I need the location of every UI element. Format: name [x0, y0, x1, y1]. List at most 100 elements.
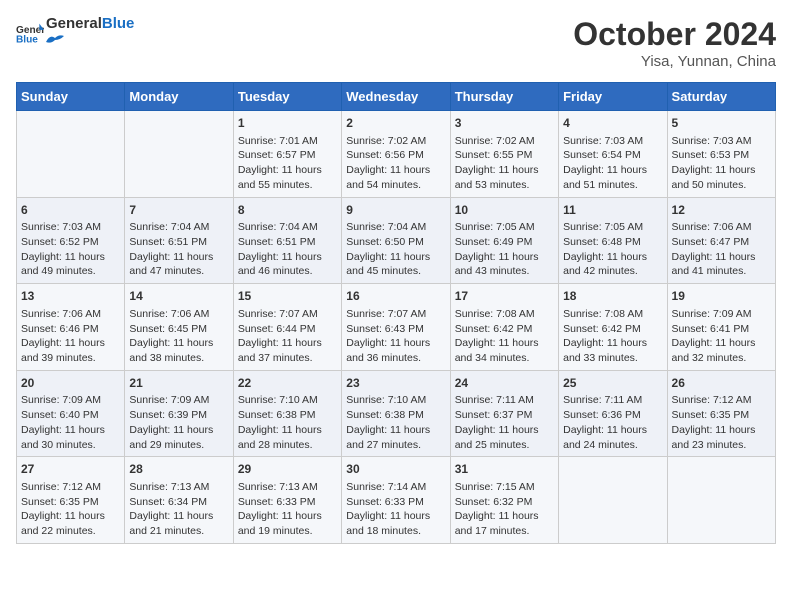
day-cell: 31 Sunrise: 7:15 AMSunset: 6:32 PMDayligh… [450, 457, 558, 544]
day-cell: 30 Sunrise: 7:14 AMSunset: 6:33 PMDayligh… [342, 457, 450, 544]
day-info: Sunrise: 7:11 AMSunset: 6:36 PMDaylight:… [563, 393, 662, 452]
day-cell: 25Sunrise: 7:11 AMSunset: 6:36 PMDayligh… [559, 370, 667, 457]
title-block: October 2024 Yisa, Yunnan, China [573, 16, 776, 70]
day-info: Sunrise: 7:13 AMSunset: 6:34 PMDaylight:… [129, 480, 228, 539]
day-number: 5 [672, 115, 771, 132]
day-number: 10 [455, 202, 554, 219]
day-number: 24 [455, 375, 554, 392]
day-number: 30 [346, 461, 445, 478]
day-info: Sunrise: 7:09 AMSunset: 6:40 PMDaylight:… [21, 393, 120, 452]
day-number: 29 [238, 461, 337, 478]
day-info: Sunrise: 7:01 AMSunset: 6:57 PMDaylight:… [238, 134, 337, 193]
day-info: Sunrise: 7:06 AMSunset: 6:45 PMDaylight:… [129, 307, 228, 366]
day-cell: 20Sunrise: 7:09 AMSunset: 6:40 PMDayligh… [17, 370, 125, 457]
day-cell: 15 Sunrise: 7:07 AMSunset: 6:44 PMDayligh… [233, 284, 341, 371]
day-number: 2 [346, 115, 445, 132]
day-cell: 23Sunrise: 7:10 AMSunset: 6:38 PMDayligh… [342, 370, 450, 457]
day-info: Sunrise: 7:07 AMSunset: 6:43 PMDaylight:… [346, 307, 445, 366]
day-cell: 27Sunrise: 7:12 AMSunset: 6:35 PMDayligh… [17, 457, 125, 544]
day-info: Sunrise: 7:08 AMSunset: 6:42 PMDaylight:… [455, 307, 554, 366]
day-number: 9 [346, 202, 445, 219]
day-number: 20 [21, 375, 120, 392]
day-cell: 7Sunrise: 7:04 AMSunset: 6:51 PMDaylight… [125, 197, 233, 284]
day-info: Sunrise: 7:04 AMSunset: 6:51 PMDaylight:… [238, 220, 337, 279]
day-info: Sunrise: 7:15 AMSunset: 6:32 PMDaylight:… [455, 480, 554, 539]
day-number: 4 [563, 115, 662, 132]
day-number: 26 [672, 375, 771, 392]
week-row-2: 6Sunrise: 7:03 AMSunset: 6:52 PMDaylight… [17, 197, 776, 284]
column-header-monday: Monday [125, 83, 233, 111]
day-cell: 17Sunrise: 7:08 AMSunset: 6:42 PMDayligh… [450, 284, 558, 371]
week-row-3: 13 Sunrise: 7:06 AMSunset: 6:46 PMDayligh… [17, 284, 776, 371]
day-cell: 3Sunrise: 7:02 AMSunset: 6:55 PMDaylight… [450, 111, 558, 198]
day-info: Sunrise: 7:10 AMSunset: 6:38 PMDaylight:… [346, 393, 445, 452]
day-info: Sunrise: 7:07 AMSunset: 6:44 PMDaylight:… [238, 307, 337, 366]
day-info: Sunrise: 7:09 AMSunset: 6:39 PMDaylight:… [129, 393, 228, 452]
day-info: Sunrise: 7:09 AMSunset: 6:41 PMDaylight:… [672, 307, 771, 366]
day-cell [125, 111, 233, 198]
day-number: 22 [238, 375, 337, 392]
day-number: 1 [238, 115, 337, 132]
column-header-wednesday: Wednesday [342, 83, 450, 111]
day-info: Sunrise: 7:08 AMSunset: 6:42 PMDaylight:… [563, 307, 662, 366]
page-header: General Blue GeneralBlue October 2024 Yi… [16, 16, 776, 70]
day-cell: 4 Sunrise: 7:03 AMSunset: 6:54 PMDaylight… [559, 111, 667, 198]
day-number: 23 [346, 375, 445, 392]
day-info: Sunrise: 7:04 AMSunset: 6:51 PMDaylight:… [129, 220, 228, 279]
logo-bird-icon [46, 34, 64, 46]
day-cell [667, 457, 775, 544]
day-cell: 19 Sunrise: 7:09 AMSunset: 6:41 PMDayligh… [667, 284, 775, 371]
week-row-5: 27Sunrise: 7:12 AMSunset: 6:35 PMDayligh… [17, 457, 776, 544]
day-number: 18 [563, 288, 662, 305]
column-header-saturday: Saturday [667, 83, 775, 111]
day-info: Sunrise: 7:02 AMSunset: 6:56 PMDaylight:… [346, 134, 445, 193]
day-info: Sunrise: 7:06 AMSunset: 6:47 PMDaylight:… [672, 220, 771, 279]
day-number: 31 [455, 461, 554, 478]
day-number: 25 [563, 375, 662, 392]
day-cell: 11Sunrise: 7:05 AMSunset: 6:48 PMDayligh… [559, 197, 667, 284]
day-number: 13 [21, 288, 120, 305]
day-info: Sunrise: 7:14 AMSunset: 6:33 PMDaylight:… [346, 480, 445, 539]
week-row-1: 1 Sunrise: 7:01 AMSunset: 6:57 PMDaylight… [17, 111, 776, 198]
day-cell [559, 457, 667, 544]
day-info: Sunrise: 7:04 AMSunset: 6:50 PMDaylight:… [346, 220, 445, 279]
day-info: Sunrise: 7:10 AMSunset: 6:38 PMDaylight:… [238, 393, 337, 452]
day-cell: 26Sunrise: 7:12 AMSunset: 6:35 PMDayligh… [667, 370, 775, 457]
day-info: Sunrise: 7:11 AMSunset: 6:37 PMDaylight:… [455, 393, 554, 452]
day-cell: 24Sunrise: 7:11 AMSunset: 6:37 PMDayligh… [450, 370, 558, 457]
day-number: 12 [672, 202, 771, 219]
day-info: Sunrise: 7:05 AMSunset: 6:49 PMDaylight:… [455, 220, 554, 279]
column-header-friday: Friday [559, 83, 667, 111]
column-header-tuesday: Tuesday [233, 83, 341, 111]
column-header-sunday: Sunday [17, 83, 125, 111]
day-info: Sunrise: 7:03 AMSunset: 6:54 PMDaylight:… [563, 134, 662, 193]
day-cell: 22Sunrise: 7:10 AMSunset: 6:38 PMDayligh… [233, 370, 341, 457]
day-info: Sunrise: 7:06 AMSunset: 6:46 PMDaylight:… [21, 307, 120, 366]
day-cell: 10Sunrise: 7:05 AMSunset: 6:49 PMDayligh… [450, 197, 558, 284]
day-cell: 28 Sunrise: 7:13 AMSunset: 6:34 PMDayligh… [125, 457, 233, 544]
day-info: Sunrise: 7:13 AMSunset: 6:33 PMDaylight:… [238, 480, 337, 539]
day-cell: 12Sunrise: 7:06 AMSunset: 6:47 PMDayligh… [667, 197, 775, 284]
logo-icon: General Blue [16, 22, 44, 44]
day-number: 16 [346, 288, 445, 305]
day-info: Sunrise: 7:03 AMSunset: 6:52 PMDaylight:… [21, 220, 120, 279]
day-number: 28 [129, 461, 228, 478]
day-cell: 8Sunrise: 7:04 AMSunset: 6:51 PMDaylight… [233, 197, 341, 284]
day-info: Sunrise: 7:05 AMSunset: 6:48 PMDaylight:… [563, 220, 662, 279]
location: Yisa, Yunnan, China [573, 53, 776, 70]
column-headers: SundayMondayTuesdayWednesdayThursdayFrid… [17, 83, 776, 111]
day-cell: 13 Sunrise: 7:06 AMSunset: 6:46 PMDayligh… [17, 284, 125, 371]
day-number: 19 [672, 288, 771, 305]
svg-text:Blue: Blue [16, 35, 38, 45]
day-number: 21 [129, 375, 228, 392]
day-number: 8 [238, 202, 337, 219]
column-header-thursday: Thursday [450, 83, 558, 111]
day-cell: 6Sunrise: 7:03 AMSunset: 6:52 PMDaylight… [17, 197, 125, 284]
day-cell: 2 Sunrise: 7:02 AMSunset: 6:56 PMDaylight… [342, 111, 450, 198]
month-title: October 2024 [573, 16, 776, 53]
day-number: 14 [129, 288, 228, 305]
day-cell: 18 Sunrise: 7:08 AMSunset: 6:42 PMDayligh… [559, 284, 667, 371]
day-number: 6 [21, 202, 120, 219]
day-cell: 16 Sunrise: 7:07 AMSunset: 6:43 PMDayligh… [342, 284, 450, 371]
day-number: 15 [238, 288, 337, 305]
